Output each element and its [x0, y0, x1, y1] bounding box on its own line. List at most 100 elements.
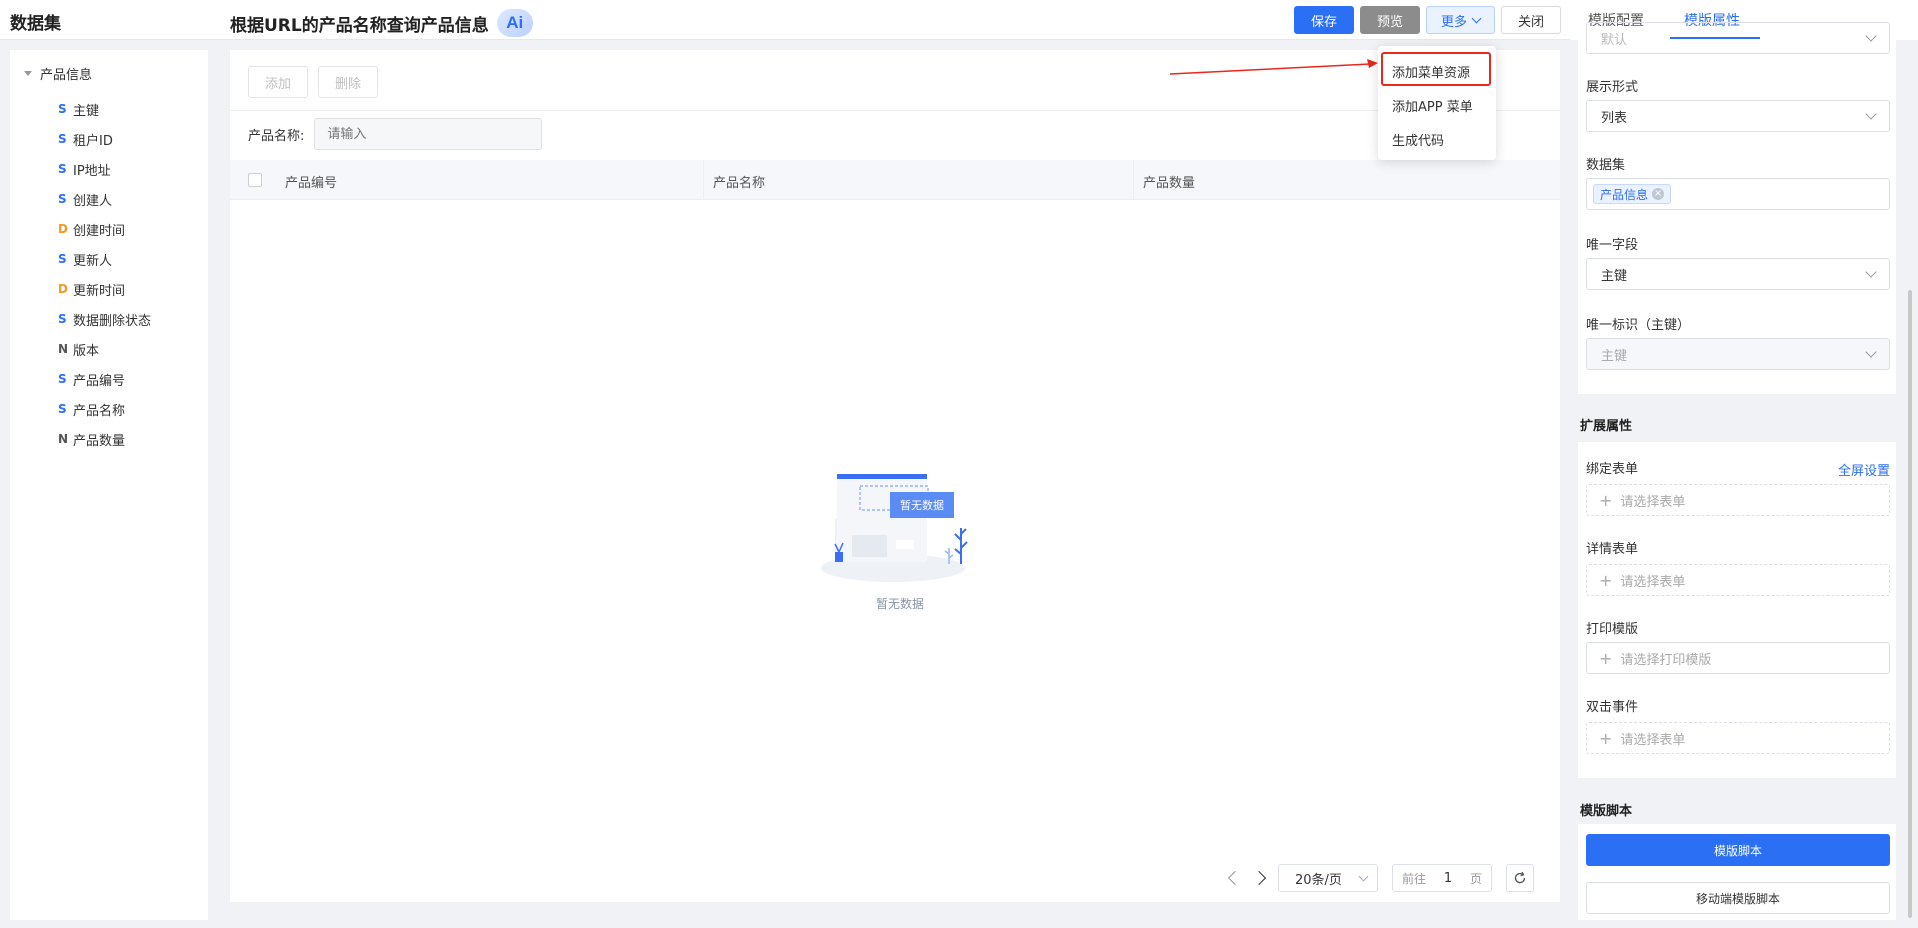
plus-icon: +	[1599, 728, 1613, 748]
field-item[interactable]: N 版本	[58, 334, 151, 364]
goto-page-input[interactable]: 1	[1444, 871, 1452, 886]
close-icon[interactable]: ×	[1652, 188, 1665, 200]
template-script-card: 模版脚本 移动端模版脚本	[1578, 824, 1896, 920]
more-dropdown-menu: 添加菜单资源 添加APP 菜单 生成代码	[1378, 46, 1496, 160]
goto-suffix: 页	[1470, 871, 1483, 886]
unique-field-select[interactable]: 主键	[1586, 258, 1890, 290]
column-divider	[1133, 160, 1134, 200]
prev-page-icon[interactable]	[1227, 870, 1243, 886]
field-item[interactable]: S 更新人	[58, 244, 151, 274]
bind-form-label: 绑定表单	[1586, 462, 1639, 477]
ext-properties-card: 绑定表单 全屏设置 + 请选择表单 详情表单 + 请选择表单 打印模版 + 请选…	[1578, 442, 1896, 778]
field-item[interactable]: S 数据删除状态	[58, 304, 151, 334]
page-size-value: 20条/页	[1295, 872, 1342, 888]
field-label: 数据删除状态	[73, 313, 152, 329]
main-content: 添加 删除 产品名称: 产品编号 产品名称 产品数量 暂无数据 暂无	[230, 50, 1560, 902]
bind-form-picker[interactable]: + 请选择表单	[1586, 484, 1890, 516]
menu-item-generate-code[interactable]: 生成代码	[1378, 123, 1496, 155]
dataset-label: 数据集	[1586, 158, 1626, 173]
field-label: 产品数量	[73, 433, 126, 449]
detail-form-picker[interactable]: + 请选择表单	[1586, 564, 1890, 596]
tree-root-product-info[interactable]: 产品信息	[24, 64, 92, 83]
page-jumper[interactable]: 前往 1 页	[1392, 864, 1492, 892]
right-panel-scrollbar[interactable]	[1908, 290, 1912, 918]
print-template-label: 打印模版	[1586, 622, 1639, 637]
detail-form-placeholder: 请选择表单	[1620, 574, 1686, 590]
dblclick-event-placeholder: 请选择表单	[1620, 732, 1686, 748]
display-form-label: 展示形式	[1586, 80, 1639, 95]
add-button[interactable]: 添加	[248, 66, 309, 98]
table-header: 产品编号 产品名称 产品数量	[230, 160, 1560, 200]
pagination: 20条/页 前往 1 页	[1227, 864, 1534, 892]
save-button[interactable]: 保存	[1294, 6, 1355, 34]
field-item[interactable]: S 租户ID	[58, 124, 151, 154]
mobile-template-script-button[interactable]: 移动端模版脚本	[1586, 882, 1890, 914]
field-item[interactable]: D 更新时间	[58, 274, 151, 304]
field-label: 创建人	[73, 193, 113, 209]
chevron-down-icon	[1865, 346, 1877, 358]
product-name-input[interactable]	[314, 118, 543, 150]
print-template-picker[interactable]: + 请选择打印模版	[1586, 642, 1890, 674]
string-type-icon: S	[58, 132, 67, 146]
dblclick-event-picker[interactable]: + 请选择表单	[1586, 722, 1890, 754]
string-type-icon: S	[58, 192, 67, 206]
field-item[interactable]: S IP地址	[58, 154, 151, 184]
field-item[interactable]: S 产品编号	[58, 364, 151, 394]
more-button-label: 更多	[1441, 14, 1468, 30]
field-item[interactable]: N 产品数量	[58, 424, 151, 454]
delete-button[interactable]: 删除	[318, 66, 379, 98]
fullscreen-settings-link[interactable]: 全屏设置	[1838, 460, 1890, 479]
empty-state: 暂无数据 暂无数据	[815, 460, 985, 611]
goto-prefix: 前往	[1401, 871, 1426, 886]
template-script-button[interactable]: 模版脚本	[1586, 834, 1890, 866]
unique-id-label: 唯一标识（主键）	[1586, 318, 1691, 333]
toolbar: 保存 预览 更多 关闭	[1294, 6, 1562, 34]
display-form-value: 列表	[1601, 110, 1628, 126]
plus-icon: +	[1599, 570, 1613, 590]
page-title: 根据URL的产品名称查询产品信息 Ai	[230, 9, 533, 37]
display-form-select[interactable]: 列表	[1586, 100, 1890, 132]
date-type-icon: D	[58, 222, 68, 236]
annotation-arrow	[1170, 59, 1378, 75]
print-template-placeholder: 请选择打印模版	[1620, 652, 1712, 668]
menu-item-add-menu-resource[interactable]: 添加菜单资源	[1378, 55, 1496, 87]
column-header[interactable]: 产品数量	[1143, 172, 1195, 191]
column-header[interactable]: 产品编号	[285, 172, 337, 191]
divider	[230, 110, 1560, 111]
page-size-select[interactable]: 20条/页	[1278, 864, 1378, 892]
field-item[interactable]: S 主键	[58, 94, 151, 124]
string-type-icon: S	[58, 162, 67, 176]
select-all-checkbox[interactable]	[248, 172, 262, 187]
refresh-icon[interactable]	[1506, 864, 1534, 892]
close-button[interactable]: 关闭	[1501, 6, 1562, 34]
ai-icon[interactable]: Ai	[496, 9, 533, 37]
chevron-down-icon	[1471, 13, 1482, 23]
page-title-text: 根据URL的产品名称查询产品信息	[230, 15, 489, 36]
unique-id-select: 主键	[1586, 338, 1890, 370]
field-item[interactable]: D 创建时间	[58, 214, 151, 244]
dataset-tag-label: 产品信息	[1600, 187, 1649, 202]
string-type-icon: S	[58, 312, 67, 326]
field-item[interactable]: S 产品名称	[58, 394, 151, 424]
empty-illustration: 暂无数据	[821, 474, 968, 582]
number-type-icon: N	[58, 342, 69, 356]
chevron-down-icon	[1865, 108, 1877, 120]
more-button[interactable]: 更多	[1426, 6, 1496, 34]
dataset-select[interactable]: 产品信息 ×	[1586, 178, 1890, 210]
string-type-icon: S	[58, 402, 67, 416]
menu-item-add-app-menu[interactable]: 添加APP 菜单	[1378, 89, 1496, 121]
field-label: 更新人	[73, 253, 113, 269]
caret-down-icon[interactable]	[24, 71, 32, 76]
preview-button[interactable]: 预览	[1360, 6, 1421, 34]
next-page-icon[interactable]	[1251, 870, 1267, 886]
chevron-down-icon	[1358, 871, 1369, 881]
dataset-sidebar: 产品信息 S 主键 S 租户ID S IP地址 S 创建人 D 创建时间 S 更新人 D 更新…	[10, 50, 208, 920]
field-item[interactable]: S 创建人	[58, 184, 151, 214]
string-type-icon: S	[58, 252, 67, 266]
field-label: 产品名称	[73, 403, 126, 419]
detail-form-label: 详情表单	[1586, 542, 1639, 557]
top-select[interactable]: 默认	[1586, 22, 1890, 54]
column-header[interactable]: 产品名称	[713, 172, 765, 191]
dblclick-event-label: 双击事件	[1586, 700, 1639, 715]
field-label: 创建时间	[73, 223, 126, 239]
